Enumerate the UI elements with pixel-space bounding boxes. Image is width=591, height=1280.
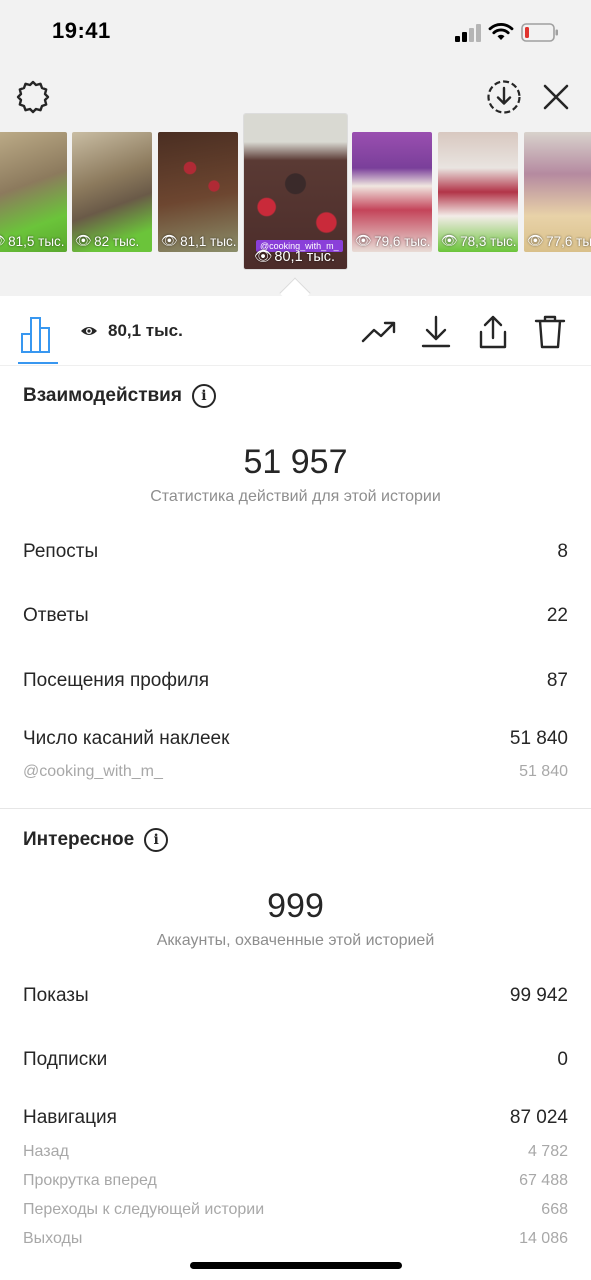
stat-subrow-exits: Выходы 14 086	[23, 1230, 568, 1248]
stat-value: 99 942	[509, 985, 568, 1006]
stat-value: 51 840	[509, 728, 568, 749]
story-thumbnail[interactable]: 👁81,5 тыс.	[0, 132, 67, 252]
thumbnail-views: 81,1 тыс.	[180, 233, 237, 249]
thumbnail-views: 82 тыс.	[94, 233, 140, 249]
stat-value: 8	[557, 541, 568, 562]
signal-icon	[455, 24, 481, 42]
home-indicator[interactable]	[190, 1262, 402, 1269]
stat-value: 87	[546, 670, 568, 691]
stat-value: 14 086	[519, 1230, 568, 1247]
info-icon[interactable]: i	[191, 384, 216, 408]
bar-chart-icon	[21, 317, 50, 353]
stat-row-follows: Подписки 0	[23, 1049, 568, 1071]
story-thumbnail[interactable]: 👁77,6 тыс.	[524, 132, 591, 252]
status-bar: 19:41	[0, 0, 591, 64]
gear-icon	[16, 80, 50, 114]
battery-icon	[521, 23, 558, 42]
stat-subrow-sticker: @cooking_with_m_ 51 840	[23, 763, 568, 781]
eye-icon: 👁	[527, 233, 545, 248]
active-tab-indicator	[18, 362, 58, 364]
insights-toolbar: 80,1 тыс.	[0, 296, 591, 366]
stat-label: Переходы к следующей истории	[23, 1201, 265, 1218]
share-icon	[479, 315, 507, 349]
info-icon[interactable]: i	[144, 828, 169, 852]
discovery-title: Интересное	[23, 829, 135, 850]
wifi-icon	[488, 23, 514, 40]
stat-label: Число касаний наклеек	[23, 728, 230, 749]
stat-row-navigation: Навигация 87 024	[23, 1107, 568, 1129]
eye-icon: 👁	[75, 233, 93, 248]
stat-label: Назад	[23, 1143, 69, 1160]
total-views: 80,1 тыс.	[108, 321, 183, 340]
stat-label: Выходы	[23, 1230, 83, 1247]
story-thumbnail[interactable]: 👁 81,1 тыс.	[158, 132, 238, 252]
eye-icon	[81, 327, 97, 335]
discovery-heading: Интересное i	[23, 828, 169, 852]
eye-icon: 👁	[0, 233, 6, 249]
interactions-total: 51 957	[243, 443, 348, 481]
interactions-caption: Статистика действий для этой истории	[150, 488, 441, 505]
eye-icon: 👁	[161, 233, 179, 248]
eye-icon: 👁	[355, 233, 373, 248]
thumbnail-views: 78,3 тыс.	[460, 233, 517, 249]
stat-subrow-back: Назад 4 782	[23, 1143, 568, 1161]
thumbnail-views: 80,1 тыс.	[274, 248, 336, 265]
stat-row-reposts: Репосты 8	[23, 541, 568, 563]
trash-icon	[534, 315, 566, 349]
story-preview-area: 19:41 81,5 тыс. 👁 82 тыс. 👁 81,1 тыс. @c…	[0, 0, 591, 309]
eye-icon: 👁	[441, 233, 459, 248]
eye-icon: 👁	[254, 249, 273, 265]
stat-row-profile-visits: Посещения профиля 87	[23, 670, 568, 692]
trending-up-icon	[361, 321, 396, 343]
stat-label: Ответы	[23, 605, 89, 626]
stat-label: Подписки	[23, 1049, 108, 1070]
download-icon	[421, 315, 451, 348]
stat-label: Показы	[23, 985, 89, 1006]
story-thumbnail-selected[interactable]: @cooking_with_m_ 👁 80,1 тыс.	[244, 114, 347, 269]
thumbnail-views: 77,6 тыс.	[546, 233, 591, 249]
stat-row-sticker-taps: Число касаний наклеек 51 840	[23, 728, 568, 750]
stat-row-replies: Ответы 22	[23, 605, 568, 627]
stat-value: 22	[546, 605, 568, 626]
interactions-heading: Взаимодействия i	[23, 384, 216, 408]
discovery-caption: Аккаунты, охваченные этой историей	[156, 932, 435, 949]
stat-subrow-forward: Прокрутка вперед 67 488	[23, 1172, 568, 1190]
share-button[interactable]	[473, 312, 513, 352]
download-button[interactable]	[416, 312, 456, 352]
stat-label: @cooking_with_m_	[23, 763, 163, 780]
download-circle-icon	[487, 80, 521, 114]
close-icon	[543, 84, 569, 110]
discovery-total: 999	[267, 887, 324, 925]
interactions-title: Взаимодействия	[23, 385, 182, 406]
stat-label: Навигация	[23, 1107, 117, 1128]
stat-value: 51 840	[519, 763, 568, 780]
stat-value: 87 024	[509, 1107, 568, 1128]
section-divider	[0, 808, 591, 809]
insights-tab[interactable]	[18, 314, 58, 362]
stat-row-impressions: Показы 99 942	[23, 985, 568, 1007]
status-time: 19:41	[52, 18, 111, 43]
story-thumbnail[interactable]: 👁 78,3 тыс.	[438, 132, 518, 252]
stat-value: 67 488	[519, 1172, 568, 1189]
stat-label: Прокрутка вперед	[23, 1172, 157, 1189]
stat-label: Посещения профиля	[23, 670, 209, 691]
stat-value: 668	[541, 1201, 568, 1218]
story-thumbnail[interactable]: 👁 79,6 тыс.	[352, 132, 432, 252]
stat-subrow-next-story: Переходы к следующей истории 668	[23, 1201, 568, 1219]
delete-button[interactable]	[530, 312, 570, 352]
thumbnail-views: 81,5 тыс.	[8, 233, 65, 249]
thumbnail-views: 79,6 тыс.	[374, 233, 431, 249]
promote-button[interactable]	[359, 312, 399, 352]
stat-value: 0	[557, 1049, 568, 1070]
stat-label: Репосты	[23, 541, 99, 562]
stat-value: 4 782	[527, 1143, 568, 1160]
story-thumbnails: 👁81,5 тыс. 👁82 тыс. 👁81,1 тыс. @cooking_…	[0, 114, 591, 274]
story-thumbnail[interactable]: 👁 82 тыс.	[72, 132, 152, 252]
